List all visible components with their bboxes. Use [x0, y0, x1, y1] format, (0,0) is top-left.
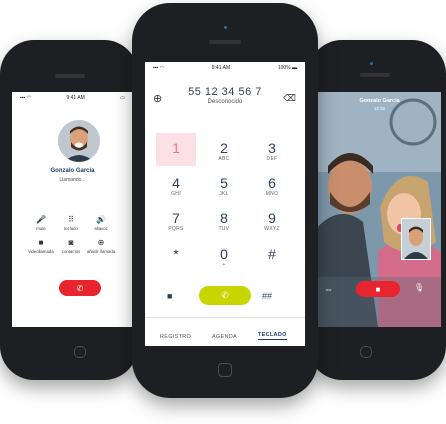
keypad-icon: ⠿ — [68, 215, 74, 224]
key-star[interactable]: * — [158, 246, 194, 276]
video-icon: ■ — [38, 238, 44, 247]
key-1[interactable]: 1 — [158, 140, 194, 170]
key-7[interactable]: 7 PQRS — [158, 210, 194, 240]
dialed-number: 55 12 34 56 7 — [188, 86, 262, 98]
end-call-button[interactable]: ■ — [356, 281, 400, 297]
video-call-screen: Gonzalo García 12:32 ⇔ ■ 🎙 — [318, 92, 441, 327]
battery-icon: ▭ — [120, 95, 125, 101]
earpiece — [360, 73, 390, 77]
caller-photo — [58, 120, 100, 162]
backspace-icon[interactable]: ⌫ — [283, 93, 296, 104]
key-4[interactable]: 4 GHI — [158, 175, 194, 205]
left-phone: ▪▪▪ ◠ 9:41 AM ▭ Gonzalo García Llamando.… — [0, 40, 138, 380]
switch-camera-icon[interactable]: ⇔ — [324, 284, 333, 294]
key-6[interactable]: 6 MNO — [254, 175, 290, 205]
home-button — [218, 363, 232, 377]
contacts-icon: ◙ — [68, 238, 74, 247]
status-bar: ▪▪▪ ◠ 9:41 AM 100% ▬ — [145, 62, 305, 74]
end-call-button[interactable]: ✆ — [59, 280, 101, 296]
extra-keys-icon[interactable]: ## — [262, 291, 272, 301]
video-call-button[interactable]: ■ videollamada — [26, 237, 56, 254]
call-duration: 12:32 — [373, 106, 386, 111]
key-0[interactable]: 0 + — [206, 246, 242, 276]
speaker-icon: 🔊 — [96, 215, 106, 224]
caller-label: Desconocido — [207, 99, 243, 105]
earpiece — [55, 74, 85, 78]
caller-name: Gonzalo García — [50, 168, 95, 174]
tab-registro[interactable]: REGISTRO — [160, 334, 191, 340]
home-button — [74, 346, 86, 358]
call-status: Llamando... — [59, 177, 86, 183]
front-camera — [370, 62, 373, 65]
caller-name: Gonzalo García — [359, 98, 400, 104]
dialer-screen: ▪▪▪ ◠ 9:41 AM 100% ▬ ⊕ 55 12 34 56 7 Des… — [145, 62, 305, 346]
keypad-button[interactable]: ⠿ teclado — [56, 214, 86, 231]
self-view[interactable] — [401, 218, 431, 260]
tab-teclado[interactable]: TECLADO — [258, 332, 287, 340]
phone-icon: ✆ — [221, 290, 229, 300]
video-icon: ■ — [375, 284, 381, 294]
caller-avatar — [58, 120, 100, 162]
key-9[interactable]: 9 WXYZ — [254, 210, 290, 240]
call-actions: 🎤 mute ⠿ teclado 🔊 altavoz ■ videollamada ◙ c… — [26, 214, 116, 254]
video-call-icon[interactable]: ■ — [167, 291, 172, 301]
key-hash[interactable]: # — [254, 246, 290, 276]
battery-level: 100% ▬ — [277, 65, 297, 71]
key-3[interactable]: 3 DEF — [254, 140, 290, 170]
contacts-button[interactable]: ◙ contactos — [56, 237, 86, 254]
tab-divider — [145, 317, 305, 318]
add-call-button[interactable]: ⊕ añadir llamada — [86, 237, 116, 254]
right-phone: Gonzalo García 12:32 ⇔ ■ 🎙 — [308, 40, 446, 380]
home-button — [360, 346, 372, 358]
key-2[interactable]: 2 ABC — [206, 140, 242, 170]
tab-agenda[interactable]: AGENDA — [212, 334, 237, 340]
self-view-photo — [402, 219, 430, 259]
front-camera — [224, 26, 227, 29]
add-icon: ⊕ — [97, 238, 105, 247]
earpiece — [209, 40, 241, 44]
key-5[interactable]: 5 JKL — [206, 175, 242, 205]
status-time: 9:41 AM — [211, 65, 231, 71]
call-button[interactable]: ✆ — [199, 286, 251, 305]
status-bar: ▪▪▪ ◠ 9:41 AM ▭ — [12, 92, 133, 104]
speaker-button[interactable]: 🔊 altavoz — [86, 214, 116, 231]
status-time: 9:41 AM — [66, 95, 85, 101]
key-8[interactable]: 8 TUV — [206, 210, 242, 240]
mute-button[interactable]: 🎤 mute — [26, 214, 56, 231]
calling-screen: ▪▪▪ ◠ 9:41 AM ▭ Gonzalo García Llamando.… — [12, 92, 133, 327]
signal-icon: ▪▪▪ ◠ — [153, 65, 165, 71]
center-phone: ▪▪▪ ◠ 9:41 AM 100% ▬ ⊕ 55 12 34 56 7 Des… — [132, 3, 318, 398]
mute-microphone-icon[interactable]: 🎙 — [414, 283, 424, 292]
signal-icon: ▪▪▪ ◠ — [20, 95, 32, 101]
phone-icon: ✆ — [76, 283, 84, 293]
microphone-icon: 🎤 — [36, 215, 46, 224]
